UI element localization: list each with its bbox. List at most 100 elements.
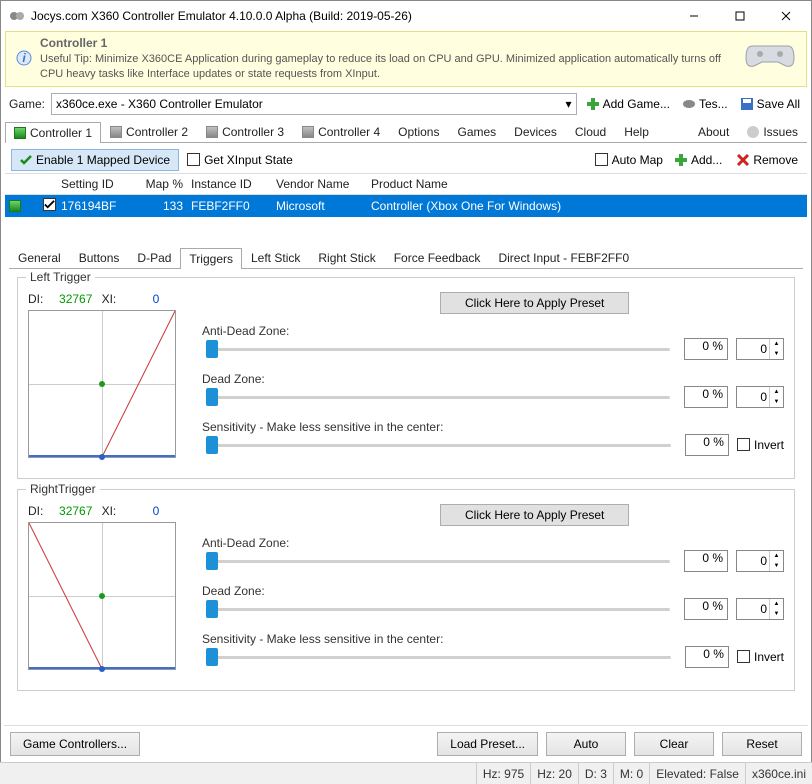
clear-button[interactable]: Clear xyxy=(634,732,714,756)
game-select-value: x360ce.exe - X360 Controller Emulator xyxy=(56,97,263,111)
right-dead-zone-spin[interactable]: 0▲▼ xyxy=(736,598,784,620)
device-table-header: Setting ID Map % Instance ID Vendor Name… xyxy=(5,173,807,195)
left-invert-checkbox[interactable]: Invert xyxy=(737,438,784,452)
status-d: D: 3 xyxy=(578,763,613,784)
test-button[interactable]: Tes... xyxy=(679,95,731,113)
left-xi-value: 0 xyxy=(119,292,159,306)
led-icon xyxy=(206,126,218,138)
subtab-buttons[interactable]: Buttons xyxy=(70,247,129,268)
auto-map-checkbox[interactable]: Auto Map xyxy=(595,153,663,167)
status-elevated: Elevated: False xyxy=(649,763,745,784)
controller-small-icon xyxy=(682,97,696,111)
subtab-left-stick[interactable]: Left Stick xyxy=(242,247,309,268)
subtab-general[interactable]: General xyxy=(9,247,70,268)
add-game-button[interactable]: Add Game... xyxy=(583,95,673,113)
right-xi-value: 0 xyxy=(119,504,159,518)
remove-device-button[interactable]: Remove xyxy=(733,151,801,169)
tab-about[interactable]: About xyxy=(689,121,738,142)
game-select[interactable]: x360ce.exe - X360 Controller Emulator ▾ xyxy=(51,93,577,115)
tab-controller2[interactable]: Controller 2 xyxy=(101,121,197,142)
minimize-button[interactable] xyxy=(671,1,717,31)
right-invert-checkbox[interactable]: Invert xyxy=(737,650,784,664)
checkbox-icon xyxy=(595,153,608,166)
group-label: Left Trigger xyxy=(26,270,95,284)
left-di-value: 32767 xyxy=(46,292,92,306)
tab-controller3[interactable]: Controller 3 xyxy=(197,121,293,142)
led-icon xyxy=(110,126,122,138)
plus-icon xyxy=(674,153,688,167)
game-controllers-button[interactable]: Game Controllers... xyxy=(10,732,140,756)
right-apply-preset-button[interactable]: Click Here to Apply Preset xyxy=(440,504,629,526)
tab-help[interactable]: Help xyxy=(615,121,658,142)
right-di-value: 32767 xyxy=(46,504,92,518)
led-icon xyxy=(14,127,26,139)
subtab-dpad[interactable]: D-Pad xyxy=(128,247,180,268)
tab-controller1[interactable]: Controller 1 xyxy=(5,122,101,143)
sub-tab-strip: General Buttons D-Pad Triggers Left Stic… xyxy=(9,247,803,269)
subtab-triggers[interactable]: Triggers xyxy=(180,248,242,269)
get-xinput-state-checkbox[interactable]: Get XInput State xyxy=(187,153,293,167)
save-icon xyxy=(740,97,754,111)
controller-toolbar: Enable 1 Mapped Device Get XInput State … xyxy=(5,147,807,173)
add-device-button[interactable]: Add... xyxy=(671,151,725,169)
left-sensitivity-pct[interactable]: 0 % xyxy=(685,434,729,456)
right-anti-dead-zone-pct[interactable]: 0 % xyxy=(684,550,728,572)
tab-options[interactable]: Options xyxy=(389,121,448,142)
right-sensitivity-pct[interactable]: 0 % xyxy=(685,646,729,668)
add-game-label: Add Game... xyxy=(603,97,670,111)
left-dead-zone-slider[interactable] xyxy=(202,388,676,406)
left-dead-zone-spin[interactable]: 0▲▼ xyxy=(736,386,784,408)
subtab-force-feedback[interactable]: Force Feedback xyxy=(385,247,490,268)
check-icon xyxy=(20,154,32,166)
left-anti-dead-zone-pct[interactable]: 0 % xyxy=(684,338,728,360)
close-button[interactable] xyxy=(763,1,809,31)
enable-mapped-device-button[interactable]: Enable 1 Mapped Device xyxy=(11,149,179,171)
window-title: Jocys.com X360 Controller Emulator 4.10.… xyxy=(31,9,671,23)
tab-issues[interactable]: Issues xyxy=(738,121,807,142)
checkbox-icon xyxy=(737,650,750,663)
issues-dot-icon xyxy=(747,126,759,138)
tab-controller4[interactable]: Controller 4 xyxy=(293,121,389,142)
x-icon xyxy=(736,153,750,167)
info-banner: i Controller 1 Useful Tip: Minimize X360… xyxy=(5,31,807,87)
controller-panel: Enable 1 Mapped Device Get XInput State … xyxy=(5,143,807,691)
info-icon: i xyxy=(16,50,32,69)
right-trigger-group: RightTrigger DI: 32767 XI: 0 Click Here … xyxy=(17,489,795,691)
left-sensitivity-slider[interactable] xyxy=(202,436,677,454)
tab-games[interactable]: Games xyxy=(448,121,505,142)
status-m: M: 0 xyxy=(613,763,649,784)
left-apply-preset-button[interactable]: Click Here to Apply Preset xyxy=(440,292,629,314)
right-dead-zone-slider[interactable] xyxy=(202,600,676,618)
left-trigger-chart xyxy=(28,310,176,458)
device-table-row[interactable]: 176194BF 133 FEBF2FF0 Microsoft Controll… xyxy=(5,195,807,217)
group-label: RightTrigger xyxy=(26,482,100,496)
auto-button[interactable]: Auto xyxy=(546,732,626,756)
checkbox-icon xyxy=(737,438,750,451)
right-sensitivity-slider[interactable] xyxy=(202,648,677,666)
status-ini: x360ce.ini xyxy=(745,763,812,784)
info-heading: Controller 1 xyxy=(40,36,734,50)
maximize-button[interactable] xyxy=(717,1,763,31)
subtab-right-stick[interactable]: Right Stick xyxy=(309,247,384,268)
left-dead-zone-pct[interactable]: 0 % xyxy=(684,386,728,408)
bottom-button-bar: Game Controllers... Load Preset... Auto … xyxy=(4,725,808,762)
tab-devices[interactable]: Devices xyxy=(505,121,566,142)
right-anti-dead-zone-spin[interactable]: 0▲▼ xyxy=(736,550,784,572)
left-anti-dead-zone-spin[interactable]: 0▲▼ xyxy=(736,338,784,360)
reset-button[interactable]: Reset xyxy=(722,732,802,756)
titlebar: Jocys.com X360 Controller Emulator 4.10.… xyxy=(1,1,811,31)
info-message: Useful Tip: Minimize X360CE Application … xyxy=(40,52,734,82)
test-label: Tes... xyxy=(699,97,728,111)
device-checkbox[interactable] xyxy=(43,198,56,211)
right-anti-dead-zone-slider[interactable] xyxy=(202,552,676,570)
left-anti-dead-zone-slider[interactable] xyxy=(202,340,676,358)
dropdown-icon: ▾ xyxy=(566,97,572,111)
subtab-direct-input[interactable]: Direct Input - FEBF2FF0 xyxy=(489,247,638,268)
right-trigger-chart xyxy=(28,522,176,670)
save-all-button[interactable]: Save All xyxy=(737,95,803,113)
right-dead-zone-pct[interactable]: 0 % xyxy=(684,598,728,620)
tab-cloud[interactable]: Cloud xyxy=(566,121,615,142)
load-preset-button[interactable]: Load Preset... xyxy=(437,732,538,756)
left-trigger-group: Left Trigger DI: 32767 XI: 0 Click Here … xyxy=(17,277,795,479)
status-hz1: Hz: 975 xyxy=(476,763,530,784)
